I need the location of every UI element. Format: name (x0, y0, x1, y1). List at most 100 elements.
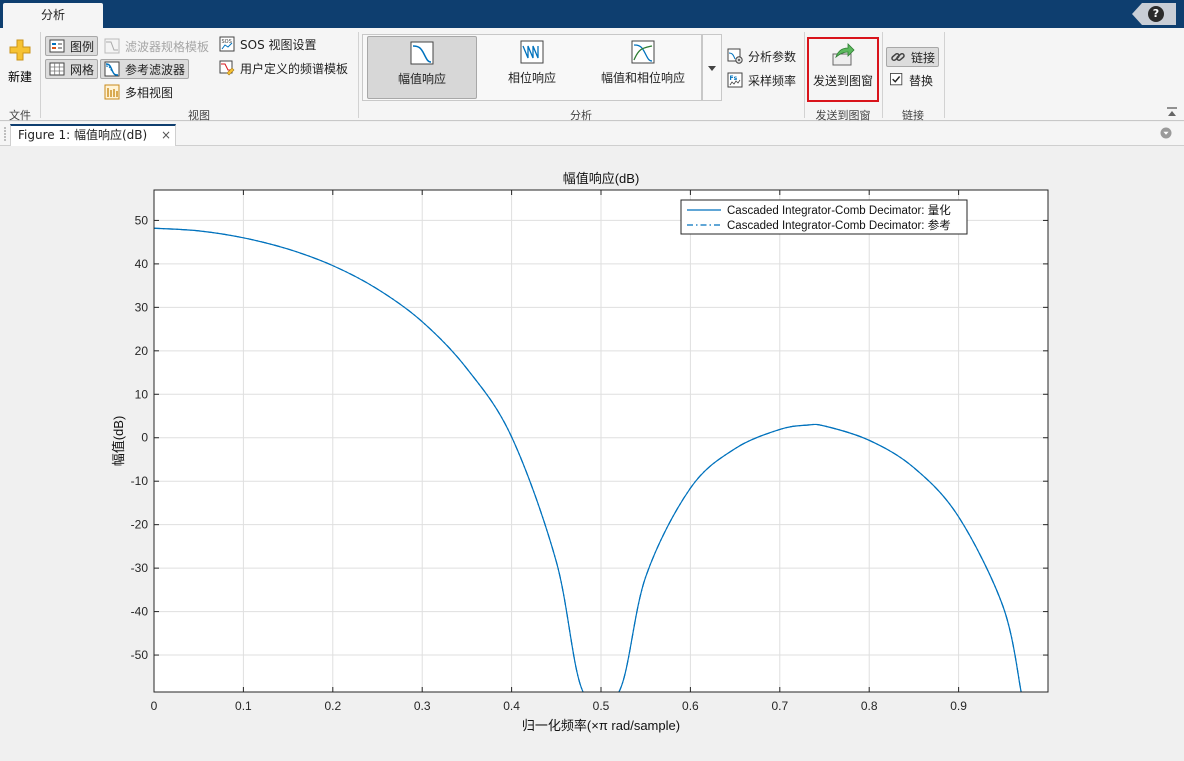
x-axis-label: 归一化频率(×π rad/sample) (522, 718, 680, 733)
close-icon[interactable]: × (161, 126, 171, 145)
user-defined-mask-button[interactable]: 用户定义的频谱模板 (219, 58, 348, 78)
gallery-magnitude-phase-response[interactable]: 幅值和相位响应 (588, 36, 698, 99)
help-area: ? (1132, 3, 1176, 25)
section-label-link: 链接 (902, 109, 924, 122)
y-tick-label: -10 (131, 474, 149, 488)
grid-icon (49, 62, 65, 76)
user-defined-mask-label: 用户定义的频谱模板 (240, 61, 349, 76)
magnitude-response-plot[interactable]: 0 0.1 0.2 0.3 0.4 0.5 0.6 0.7 0.8 0.9 -50 -40 -30 -20… (0, 147, 1184, 761)
sos-view-settings-label: SOS 视图设置 (240, 37, 317, 52)
document-tab-title: Figure 1: 幅值响应(dB) (18, 128, 148, 142)
section-label-send: 发送到图窗 (815, 109, 871, 122)
polyphase-icon (104, 84, 120, 100)
replace-checkbox[interactable]: 替换 (890, 70, 933, 90)
plus-icon (9, 39, 31, 61)
document-tab-strip: Figure 1: 幅值响应(dB) × (0, 122, 1184, 146)
new-button[interactable]: 新建 (4, 38, 36, 88)
link-icon (891, 52, 905, 62)
section-divider (804, 32, 805, 118)
toolstrip-tab-bar: 分析 ? (0, 0, 1184, 28)
gallery-label-magnitude: 幅值响应 (397, 72, 446, 86)
gallery-magnitude-response[interactable]: 幅值响应 (367, 36, 477, 99)
reference-filter-label: 参考滤波器 (125, 62, 186, 77)
y-tick-label: 50 (135, 213, 149, 227)
section-divider (40, 32, 41, 118)
chart-title: 幅值响应(dB) (563, 171, 640, 186)
link-toggle[interactable]: 链接 (886, 47, 940, 67)
mask-icon (104, 38, 120, 54)
grid-toggle[interactable]: 网格 (45, 59, 99, 79)
tab-analysis[interactable]: 分析 (3, 3, 103, 28)
x-tick-label: 0.9 (950, 699, 967, 713)
polyphase-view-button[interactable]: 多相视图 (104, 82, 173, 102)
analysis-params-button[interactable]: 分析参数 (727, 46, 796, 66)
filter-spec-mask-label: 滤波器规格模板 (125, 39, 210, 54)
user-mask-icon (219, 60, 235, 76)
y-tick-label: -30 (131, 561, 149, 575)
section-divider (882, 32, 883, 118)
replace-label: 替换 (909, 73, 934, 88)
chevron-down-icon (708, 66, 716, 71)
tab-options-icon[interactable] (1160, 127, 1172, 139)
section-divider (358, 32, 359, 118)
x-tick-label: 0.1 (235, 699, 252, 713)
legend-label: 图例 (70, 39, 95, 54)
legend-icon (49, 39, 65, 53)
y-tick-label: 30 (135, 300, 149, 314)
filter-spec-mask-button[interactable]: 滤波器规格模板 (104, 36, 209, 56)
grid-label: 网格 (70, 62, 95, 77)
x-tick-label: 0.7 (771, 699, 788, 713)
legend-toggle[interactable]: 图例 (45, 36, 99, 56)
analysis-params-icon (727, 48, 743, 64)
y-tick-label: -20 (131, 518, 149, 532)
y-tick-label: 10 (135, 387, 149, 401)
drag-grip-icon[interactable] (3, 127, 7, 141)
help-icon[interactable]: ? (1148, 6, 1164, 22)
phase-response-icon (520, 40, 544, 64)
x-tick-label: 0.2 (324, 699, 341, 713)
x-tick-label: 0 (151, 699, 158, 713)
x-tick-label: 0.8 (861, 699, 878, 713)
collapse-ribbon-icon[interactable] (1166, 107, 1178, 117)
y-tick-label: 20 (135, 344, 149, 358)
filter-analyzer-window: 分析 ? 新建 文件 图例 网格 滤波器规格模板 参考滤波器 多相视图 SOS … (0, 0, 1184, 761)
toolstrip-ribbon: 新建 文件 图例 网格 滤波器规格模板 参考滤波器 多相视图 SOS SOS 视… (0, 28, 1184, 122)
document-tab-figure1[interactable]: Figure 1: 幅值响应(dB) × (10, 124, 176, 146)
x-tick-label: 0.5 (593, 699, 610, 713)
reference-filter-toggle[interactable]: 参考滤波器 (100, 59, 190, 79)
legend-entry: Cascaded Integrator-Comb Decimator: 量化 (727, 203, 951, 217)
gallery-phase-response[interactable]: 相位响应 (480, 36, 584, 99)
gallery-expand-button[interactable] (702, 34, 722, 101)
sampling-freq-button[interactable]: Fs 采样频率 (727, 70, 796, 90)
sampling-freq-label: 采样频率 (748, 73, 797, 88)
checkbox-checked-icon (890, 73, 903, 86)
section-label-view: 视图 (188, 109, 210, 122)
polyphase-view-label: 多相视图 (125, 85, 174, 100)
x-tick-label: 0.3 (414, 699, 431, 713)
legend-entry: Cascaded Integrator-Comb Decimator: 参考 (727, 218, 951, 232)
link-label: 链接 (911, 50, 936, 65)
x-tick-label: 0.6 (682, 699, 699, 713)
y-tick-label: -40 (131, 605, 149, 619)
new-label: 新建 (7, 70, 32, 84)
analysis-params-label: 分析参数 (748, 49, 797, 64)
gallery-label-magnitude-phase: 幅值和相位响应 (600, 71, 685, 85)
sampling-freq-icon: Fs (727, 72, 743, 88)
magnitude-response-icon (410, 41, 434, 65)
magnitude-phase-icon (631, 40, 655, 64)
gallery-label-phase: 相位响应 (507, 71, 556, 85)
send-to-figure-icon (832, 43, 855, 66)
y-axis-label: 幅值(dB) (111, 416, 126, 467)
section-label-file: 文件 (9, 109, 31, 122)
figure-area: 0 0.1 0.2 0.3 0.4 0.5 0.6 0.7 0.8 0.9 -50 -40 -30 -20… (0, 147, 1184, 761)
section-label-analysis: 分析 (570, 109, 592, 122)
y-tick-label: 0 (141, 431, 148, 445)
send-to-figure-button[interactable]: 发送到图窗 (807, 37, 879, 102)
sos-view-settings-button[interactable]: SOS SOS 视图设置 (219, 34, 317, 54)
send-to-figure-label: 发送到图窗 (812, 74, 873, 88)
reference-filter-icon (104, 61, 120, 77)
sos-icon: SOS (219, 36, 235, 52)
section-divider (944, 32, 945, 118)
y-tick-label: -50 (131, 648, 149, 662)
x-tick-label: 0.4 (503, 699, 520, 713)
